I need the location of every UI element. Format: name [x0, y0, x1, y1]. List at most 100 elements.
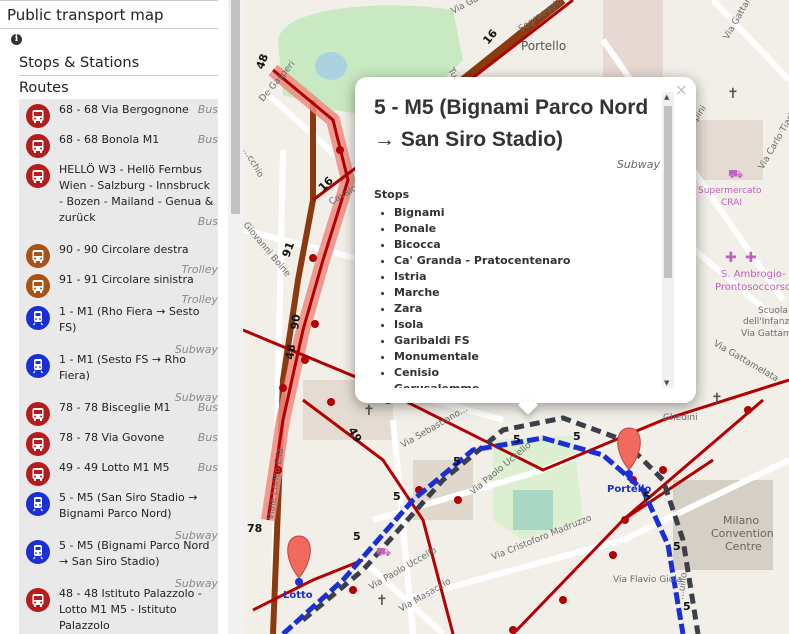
bus-icon — [26, 402, 50, 426]
shop-icon: ⛟ — [376, 545, 391, 559]
route-label: 48 — [283, 343, 298, 360]
popup-scrollbar[interactable]: ▲ ▼ — [662, 92, 674, 388]
route-item[interactable]: 48 - 48 Istituto Palazzolo - Lotto M1 M5… — [19, 583, 218, 634]
route-label: 5 — [453, 455, 461, 468]
stop-item: Bignami — [394, 205, 660, 221]
scrollbar-thumb[interactable] — [664, 106, 672, 278]
route-label: 5 — [673, 540, 681, 553]
stop-label: Lotto — [283, 590, 313, 601]
stop-item: Ca' Granda - Pratocentenaro — [394, 253, 660, 269]
route-name: 90 - 90 Circolare destra — [59, 243, 189, 256]
route-name: 78 - 78 Via Govone — [59, 431, 165, 444]
street-label: Via Flavio Gioia — [613, 575, 682, 585]
divider — [0, 0, 218, 1]
popup-route-type: Subway — [616, 158, 660, 171]
stop-list: BignamiPonaleBicoccaCa' Granda - Pratoce… — [374, 205, 660, 388]
divider — [0, 28, 218, 29]
route-name: 5 - M5 (San Siro Stadio → Bignami Parco … — [59, 491, 198, 520]
route-label: 5 — [393, 490, 401, 503]
subway-icon — [26, 354, 50, 378]
route-name: 68 - 68 Via Bergognone — [59, 103, 189, 116]
route-type: Bus — [197, 461, 218, 474]
popup-title: 5 - M5 (Bignami Parco Nord → San Siro St… — [374, 96, 649, 151]
church-icon: ✝ — [727, 86, 739, 102]
route-label: 5 — [513, 433, 521, 446]
scroll-up-icon[interactable]: ▲ — [664, 93, 669, 101]
scrollbar-thumb[interactable] — [231, 0, 240, 214]
close-icon[interactable]: × — [675, 80, 688, 99]
place-label: Supermercato — [698, 186, 762, 196]
route-name: HELLÖ W3 - Hellö Fernbus Wien - Salzburg… — [59, 163, 214, 224]
route-item[interactable]: HELLÖ W3 - Hellö Fernbus Wien - Salzburg… — [19, 159, 218, 239]
street-label: Ghedini — [663, 413, 698, 423]
hospital-icon: ✚ — [745, 250, 757, 266]
shop-icon: ⛟ — [728, 167, 743, 181]
stop-item: Ponale — [394, 221, 660, 237]
place-label: Via Gattame — [741, 329, 789, 339]
stop-item: Isola — [394, 317, 660, 333]
app-title: Public transport map — [7, 6, 164, 24]
scroll-down-icon[interactable]: ▼ — [664, 379, 669, 387]
section-stops-stations[interactable]: Stops & Stations — [19, 55, 139, 71]
pond — [315, 52, 347, 80]
street-label: Sograeggio — [517, 0, 565, 34]
place-label: Convention — [711, 527, 774, 540]
street-label: ...cchio — [243, 147, 265, 180]
route-name: 1 - M1 (Rho Fiera → Sesto FS) — [59, 305, 200, 334]
church-icon: ✝ — [376, 593, 388, 609]
route-label: 78 — [247, 522, 262, 535]
stop-item: Garibaldi FS — [394, 333, 660, 349]
route-label: 5 — [643, 490, 651, 503]
map-view[interactable]: Portello Supermercato CRAI S. Ambrogio- … — [243, 0, 789, 634]
stop-item: Monumentale — [394, 349, 660, 365]
subway-icon — [26, 306, 50, 330]
route-popup: × 5 - M5 (Bignami Parco Nord → San Siro … — [355, 77, 696, 415]
stop-item: Zara — [394, 301, 660, 317]
hospital-icon: ✚ — [725, 250, 737, 266]
building-block — [603, 0, 663, 80]
bus-icon — [26, 104, 50, 128]
stop-item: Istria — [394, 269, 660, 285]
place-label: Portello — [521, 39, 566, 53]
bus-icon — [26, 462, 50, 486]
sports-field — [513, 490, 553, 530]
stop-item: Cenisio — [394, 365, 660, 381]
route-label: 16 — [480, 27, 500, 47]
route-type: Bus — [197, 431, 218, 444]
sidebar-scrollbar[interactable] — [228, 0, 243, 634]
stop-item: Marche — [394, 285, 660, 301]
stop-item: Gerusalemme — [394, 381, 660, 388]
place-label: CRAI — [721, 198, 742, 208]
place-label: Milano — [723, 514, 759, 527]
trolley-icon — [26, 274, 50, 298]
station-pin[interactable] — [287, 535, 311, 586]
place-label: Centre — [725, 540, 762, 553]
bus-icon — [26, 164, 50, 188]
route-type: Bus — [197, 133, 218, 146]
route-type: Bus — [197, 103, 218, 116]
bus-icon — [26, 588, 50, 612]
route-label: 5 — [683, 600, 691, 613]
route-name: 91 - 91 Circolare sinistra — [59, 273, 194, 286]
route-name: 78 - 78 Bisceglie M1 — [59, 401, 171, 414]
subway-route-blue — [281, 435, 686, 634]
popup-content: 5 - M5 (Bignami Parco Nord → San Siro St… — [374, 92, 660, 388]
route-type: Bus — [197, 215, 218, 228]
place-label: S. Ambrogio- — [721, 269, 786, 280]
route-label: 90 — [288, 313, 303, 330]
divider — [19, 75, 218, 76]
street-label: Via Gattamelata — [712, 339, 780, 384]
bus-icon — [26, 134, 50, 158]
subway-icon — [26, 540, 50, 564]
street-label: Via Gattamelata — [450, 0, 519, 17]
trolley-icon — [26, 244, 50, 268]
place-label: dell'Infanzia — [743, 317, 789, 327]
route-name: 5 - M5 (Bignami Parco Nord → San Siro St… — [59, 539, 210, 568]
sidebar: Public transport map i Stops & Stations … — [0, 0, 243, 634]
route-name: 49 - 49 Lotto M1 M5 — [59, 461, 170, 474]
info-icon[interactable]: i — [11, 34, 22, 45]
section-routes[interactable]: Routes — [19, 80, 69, 96]
route-label: 5 — [353, 530, 361, 543]
stop-item: Bicocca — [394, 237, 660, 253]
route-label: 48 — [254, 52, 271, 71]
